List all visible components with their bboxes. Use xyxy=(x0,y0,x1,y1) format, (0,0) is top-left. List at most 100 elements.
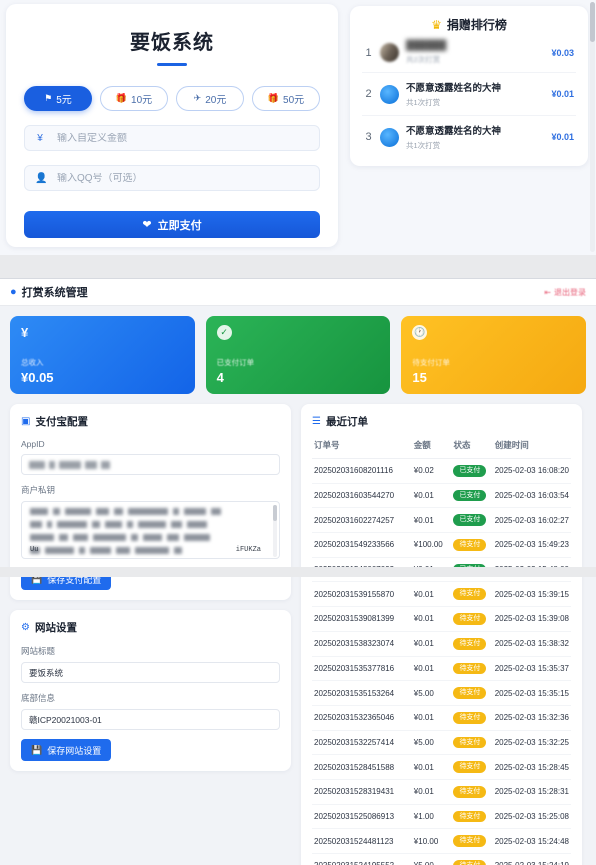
yen-icon: ¥ xyxy=(21,325,29,340)
private-key-textarea[interactable]: Uu iFUKZa xyxy=(21,501,280,559)
stat-card-pending-orders: 🕐 待支付订单 15 xyxy=(401,316,587,394)
orders-table-body: 202502031608201116 ¥0.02 已支付 2025-02-03 16:… xyxy=(312,458,571,865)
cell-created-time: 2025-02-03 15:32:36 xyxy=(492,705,571,731)
cell-amount: ¥0.01 xyxy=(411,631,452,657)
amount-option-label: 50元 xyxy=(283,95,305,106)
admin-columns: ▣ 支付宝配置 AppID 商户私钥 Uu iFUKZa 💾 保存支付配置 ⚙ … xyxy=(0,394,596,865)
footer-info-label: 底部信息 xyxy=(21,693,56,703)
avatar xyxy=(380,127,399,147)
qq-field[interactable]: 👤 xyxy=(24,165,320,191)
cell-amount: ¥0.01 xyxy=(411,581,452,608)
cell-amount: ¥0.01 xyxy=(411,705,452,731)
cell-amount: ¥0.01 xyxy=(411,483,452,509)
private-key-label: 商户私钥 xyxy=(21,485,56,495)
amount-option-50[interactable]: 🎁 50元 xyxy=(252,86,320,111)
crown-icon: ♛ xyxy=(431,17,442,32)
logout-icon: ⇤ xyxy=(544,287,551,297)
gear-icon: ⚙ xyxy=(21,622,30,633)
title-divider xyxy=(157,63,187,66)
public-donation-section: 要饭系统 ⚑ 5元 🎁 10元 ✈ 20元 🎁 50元 ¥ 输入自定义金额 👤 … xyxy=(0,0,596,255)
cell-amount: ¥0.01 xyxy=(411,754,452,780)
cell-amount: ¥10.00 xyxy=(411,828,452,854)
cell-status: 待支付 xyxy=(451,680,493,706)
admin-header: ● 打赏系统管理 ⇤ 退出登录 xyxy=(0,279,596,306)
logout-label: 退出登录 xyxy=(554,287,586,297)
amount-option-label: 10元 xyxy=(131,95,153,106)
cell-status: 待支付 xyxy=(451,853,493,865)
cell-status: 待支付 xyxy=(451,705,493,731)
qq-input[interactable] xyxy=(57,172,309,184)
cell-amount: ¥0.01 xyxy=(411,606,452,632)
footer-info-input[interactable] xyxy=(21,709,280,730)
cell-order-no: 202502031539081399 xyxy=(312,606,412,632)
site-title-input[interactable] xyxy=(21,662,280,683)
scrollbar[interactable] xyxy=(590,2,595,252)
table-header-row: 订单号 金额 状态 创建时间 xyxy=(312,439,571,459)
status-badge: 待支付 xyxy=(453,761,487,773)
amount-option-20[interactable]: ✈ 20元 xyxy=(176,86,244,111)
pay-now-button[interactable]: ❤ 立即支付 xyxy=(24,211,320,238)
cell-created-time: 2025-02-03 15:39:15 xyxy=(492,581,571,608)
scrollbar[interactable] xyxy=(273,505,277,557)
donor-name: ██████ xyxy=(406,40,447,51)
appid-label: AppID xyxy=(21,439,45,449)
status-badge: 已支付 xyxy=(453,489,487,502)
cell-status: 待支付 xyxy=(451,754,493,780)
cell-amount: ¥0.01 xyxy=(411,507,452,534)
table-row: 202502031603544270 ¥0.01 已支付 2025-02-03 16:… xyxy=(312,483,571,509)
table-row: 202502031524195552¥5.00待支付 2025-02-03 15:… xyxy=(312,853,571,865)
column-header-created-time: 创建时间 xyxy=(492,439,571,459)
appid-field[interactable] xyxy=(21,454,280,475)
stat-label: 待支付订单 xyxy=(412,358,450,367)
save-site-settings-label: 保存网站设置 xyxy=(47,745,102,756)
status-badge: 待支付 xyxy=(453,785,487,798)
cell-status: 已支付 xyxy=(451,483,493,509)
heart-icon: ❤ xyxy=(142,219,152,231)
ranking-title-label: 捐赠排行榜 xyxy=(446,18,507,32)
panel-title: ☰ 最近订单 xyxy=(312,414,571,429)
cell-created-time: 2025-02-03 16:02:27 xyxy=(492,507,571,534)
cell-amount: ¥0.02 xyxy=(411,458,452,484)
table-row: 202502031535153264 ¥5.00 待支付 2025-02-03 15:… xyxy=(312,680,571,706)
cell-created-time: 2025-02-03 15:32:25 xyxy=(492,730,571,756)
cell-amount: ¥100.00 xyxy=(411,532,452,558)
yen-icon: ¥ xyxy=(37,132,43,144)
custom-amount-field[interactable]: ¥ xyxy=(24,125,320,151)
cell-created-time: 2025-02-03 15:38:32 xyxy=(492,631,571,657)
donor-count: 共1次打赏 xyxy=(406,98,441,107)
cell-created-time: 2025-02-03 15:28:31 xyxy=(492,779,571,805)
rank-number: 3 xyxy=(365,131,372,143)
site-title-label: 网站标题 xyxy=(21,646,56,656)
table-row: 202502031532365046 ¥0.01 待支付 2025-02-03 15:… xyxy=(312,705,571,731)
stat-value: 4 xyxy=(216,370,224,385)
status-badge: 待支付 xyxy=(453,662,487,675)
save-site-settings-button[interactable]: 💾 保存网站设置 xyxy=(21,739,112,761)
cell-order-no: 202502031532365046 xyxy=(312,705,412,731)
custom-amount-input[interactable] xyxy=(57,132,309,144)
cell-amount: ¥0.01 xyxy=(411,656,452,682)
cell-created-time: 2025-02-03 15:49:23 xyxy=(492,532,571,558)
cell-status: 待支付 xyxy=(451,532,493,558)
admin-left-column: ▣ 支付宝配置 AppID 商户私钥 Uu iFUKZa 💾 保存支付配置 ⚙ … xyxy=(10,404,291,781)
screenshot-root: 要饭系统 ⚑ 5元 🎁 10元 ✈ 20元 🎁 50元 ¥ 输入自定义金额 👤 … xyxy=(0,0,596,865)
status-badge: 待支付 xyxy=(453,860,487,865)
private-key-fragment-tail: iFUKZa xyxy=(235,546,261,554)
donor-amount: ¥0.03 xyxy=(551,47,574,58)
cell-order-no: 202502031602274257 xyxy=(312,507,412,534)
logout-button[interactable]: ⇤ 退出登录 xyxy=(544,287,586,298)
table-row: 202502031525086913 ¥1.00 待支付 2025-02-03 15:… xyxy=(312,804,571,830)
amount-option-10[interactable]: 🎁 10元 xyxy=(100,86,168,111)
avatar xyxy=(380,84,399,104)
status-badge: 待支付 xyxy=(453,637,487,650)
cell-order-no: 202502031549233566 xyxy=(312,532,412,558)
stat-cards: ¥ 总收入 ¥0.05 ✓ 已支付订单 4 🕐 待支付订单 15 xyxy=(0,306,596,394)
flag-icon: ⚑ xyxy=(44,93,53,103)
clock-icon: 🕐 xyxy=(412,325,428,340)
column-header-order-no: 订单号 xyxy=(312,439,412,459)
avatar xyxy=(380,43,399,62)
table-row: 202502031524481123 ¥10.00 待支付 2025-02-03 15… xyxy=(312,828,571,854)
stat-value: 15 xyxy=(412,370,427,385)
amount-option-5[interactable]: ⚑ 5元 xyxy=(24,86,92,111)
cell-created-time: 2025-02-03 15:24:48 xyxy=(492,828,571,854)
amount-options: ⚑ 5元 🎁 10元 ✈ 20元 🎁 50元 xyxy=(24,86,320,111)
